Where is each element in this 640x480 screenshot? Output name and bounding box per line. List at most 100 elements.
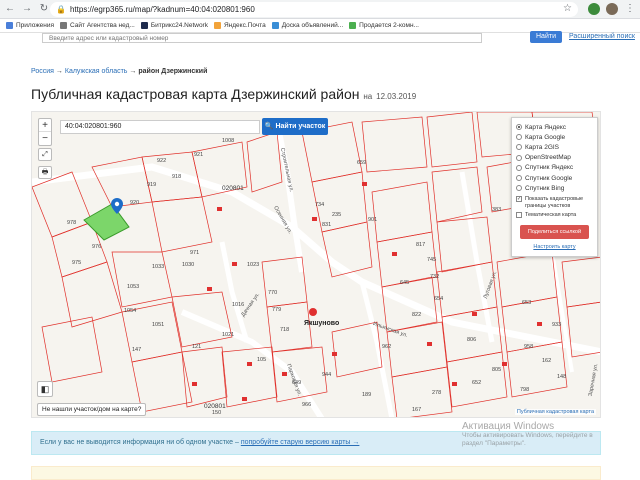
parcel-number-label[interactable]: 383 — [492, 207, 501, 213]
parcel-number-label[interactable]: 1023 — [247, 262, 259, 268]
parcel-number-label[interactable]: 921 — [194, 152, 203, 158]
bookmark-item[interactable]: Яндекс.Почта — [213, 22, 266, 29]
parcel-number-label[interactable]: 958 — [524, 344, 533, 350]
parcel-number-label[interactable]: 653 — [522, 300, 531, 306]
parcel-number-label[interactable]: 918 — [172, 174, 181, 180]
parcel-outline[interactable] — [181, 346, 228, 408]
show-boundaries-toggle[interactable]: ✓ Показать кадастровые границы участков — [516, 196, 593, 209]
map-legend-icon[interactable]: ◧ — [37, 381, 53, 397]
find-plot-button[interactable]: 🔍 Найти участок — [262, 118, 328, 135]
parcel-number-label[interactable]: 976 — [92, 244, 101, 250]
cadastral-map[interactable]: 1008 921 922 918 919 920 659 978 976 975 971 1030 10… — [31, 111, 601, 418]
checkbox-checked-icon[interactable]: ✓ — [516, 196, 522, 203]
zoom-out-button[interactable]: − — [39, 132, 51, 145]
parcel-number-label[interactable]: 817 — [416, 242, 425, 248]
bookmark-item[interactable]: Приложения — [6, 22, 54, 29]
parcel-number-label[interactable]: 822 — [412, 312, 421, 318]
reload-icon[interactable]: ↻ — [37, 2, 51, 16]
parcel-number-label[interactable]: 971 — [190, 250, 199, 256]
parcel-number-label[interactable]: 933 — [552, 322, 561, 328]
parcel-number-label[interactable]: 975 — [72, 260, 81, 266]
radio-icon[interactable] — [516, 134, 522, 141]
parcel-number-label[interactable]: 105 — [257, 357, 266, 363]
bookmark-item[interactable]: Битрикс24.Network — [140, 22, 208, 29]
parcel-number-label[interactable]: 734 — [315, 202, 324, 208]
address-bar[interactable]: 🔒 https://egrp365.ru/map/?kadnum=40:04:0… — [50, 2, 578, 17]
parcel-number-label[interactable]: 652 — [472, 380, 481, 386]
parcel-number-label[interactable]: 962 — [382, 344, 391, 350]
bookmark-item[interactable]: Сайт Агентства нед... — [60, 22, 135, 29]
extension-icon[interactable] — [588, 3, 600, 15]
parcel-outline[interactable] — [246, 131, 283, 193]
parcel-number-label[interactable]: 798 — [520, 387, 529, 393]
checkbox-icon[interactable] — [516, 212, 522, 219]
layer-option[interactable]: Спутник Google — [516, 173, 593, 183]
parcel-number-label[interactable]: 1051 — [152, 322, 164, 328]
breadcrumb-region[interactable]: Калужская область — [65, 68, 128, 75]
radio-icon[interactable] — [516, 154, 522, 161]
parcel-outline[interactable] — [426, 112, 478, 168]
parcel-number-label[interactable]: 806 — [467, 337, 476, 343]
bookmark-item[interactable]: Продается 2-комн... — [349, 22, 419, 29]
layer-option[interactable]: Спутник Bing — [516, 183, 593, 193]
cadastral-number-input[interactable]: 40:04:020801:960 — [60, 120, 260, 134]
parcel-number-label[interactable]: 1021 — [222, 332, 234, 338]
parcel-number-label[interactable]: 659 — [357, 160, 366, 166]
configure-map-link[interactable]: Настроить карту — [516, 244, 593, 250]
radio-icon[interactable] — [516, 124, 522, 131]
parcel-number-label[interactable]: 148 — [557, 374, 566, 380]
parcel-number-label[interactable]: 1053 — [127, 284, 139, 290]
parcel-outline[interactable] — [391, 366, 453, 418]
parcel-number-label[interactable]: 966 — [302, 402, 311, 408]
not-found-button[interactable]: Не нашли участок/дом на карте? — [37, 403, 147, 416]
parcel-number-label[interactable]: 645 — [400, 280, 409, 286]
parcel-number-label[interactable]: 919 — [147, 182, 156, 188]
parcel-number-label[interactable]: 831 — [322, 222, 331, 228]
parcel-number-label[interactable]: 278 — [432, 390, 441, 396]
radio-icon[interactable] — [516, 175, 522, 182]
layer-option[interactable]: Карта Яндекс — [516, 122, 593, 132]
radio-icon[interactable] — [516, 144, 522, 151]
layer-option[interactable]: Карта Google — [516, 132, 593, 142]
parcel-number-label[interactable]: 732 — [430, 274, 439, 280]
parcel-number-label[interactable]: 1033 — [152, 264, 164, 270]
parcel-number-label[interactable]: 745 — [427, 257, 436, 263]
radio-icon[interactable] — [516, 185, 522, 192]
parcel-number-label[interactable]: 189 — [362, 392, 371, 398]
forward-icon[interactable]: → — [20, 2, 34, 16]
menu-icon[interactable]: ⋮ — [623, 2, 637, 16]
layer-option[interactable]: Спутник Яндекс — [516, 163, 593, 173]
parcel-number-label[interactable]: 1008 — [222, 138, 234, 144]
zoom-in-button[interactable]: + — [39, 119, 51, 132]
parcel-outline[interactable] — [371, 181, 433, 243]
profile-avatar-icon[interactable] — [606, 3, 618, 15]
parcel-outline[interactable] — [506, 341, 568, 398]
parcel-number-label[interactable]: 654 — [434, 296, 443, 302]
bookmark-star-icon[interactable]: ☆ — [563, 3, 572, 14]
parcel-number-label[interactable]: 779 — [272, 307, 281, 313]
parcel-number-label[interactable]: 920 — [130, 200, 139, 206]
parcel-number-label[interactable]: 944 — [322, 372, 331, 378]
radio-icon[interactable] — [516, 164, 522, 171]
print-icon[interactable]: 🖶 — [38, 166, 52, 179]
site-search-button[interactable]: Найти — [530, 31, 562, 43]
parcel-number-label[interactable]: 121 — [192, 344, 201, 350]
bookmark-item[interactable]: Доска объявлений... — [271, 22, 343, 29]
advanced-search-link[interactable]: Расширенный поиск — [569, 33, 635, 40]
parcel-number-label[interactable]: 167 — [412, 407, 421, 413]
fullscreen-icon[interactable]: ⤢ — [38, 148, 52, 161]
parcel-number-label[interactable]: 770 — [268, 290, 277, 296]
parcel-number-label[interactable]: 718 — [280, 327, 289, 333]
old-map-link[interactable]: попробуйте старую версию карты → — [241, 439, 360, 446]
parcel-outline[interactable] — [561, 256, 601, 308]
parcel-number-label[interactable]: 147 — [132, 347, 141, 353]
parcel-outline[interactable] — [151, 196, 213, 253]
parcel-number-label[interactable]: 150 — [212, 410, 221, 416]
parcel-number-label[interactable]: 1054 — [124, 308, 136, 314]
parcel-number-label[interactable]: 1016 — [232, 302, 244, 308]
share-link-button[interactable]: Поделиться ссылкой — [520, 224, 589, 239]
parcel-number-label[interactable]: 978 — [67, 220, 76, 226]
parcel-number-label[interactable]: 901 — [368, 217, 377, 223]
parcel-number-label[interactable]: 235 — [332, 212, 341, 218]
thematic-map-toggle[interactable]: Тематическая карта — [516, 212, 593, 219]
